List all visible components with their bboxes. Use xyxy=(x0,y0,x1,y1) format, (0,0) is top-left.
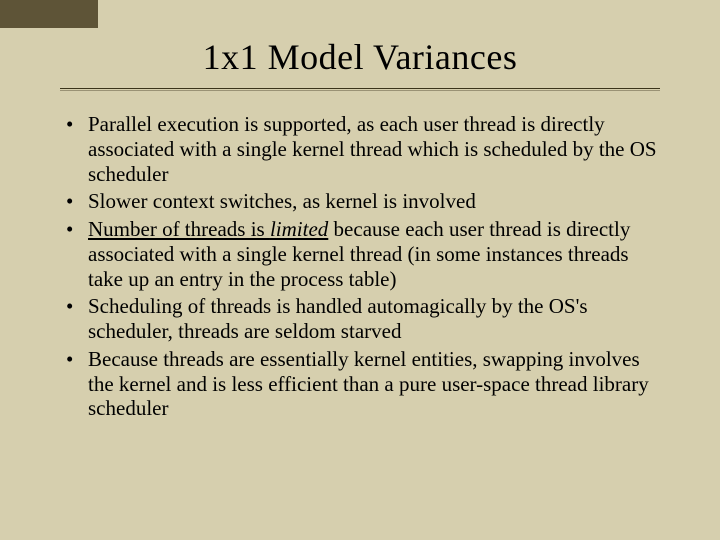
bullet-text: Because threads are essentially kernel e… xyxy=(88,347,649,421)
bullet-text: Slower context switches, as kernel is in… xyxy=(88,189,476,213)
list-item: Because threads are essentially kernel e… xyxy=(60,347,660,421)
divider-shadow xyxy=(60,90,660,91)
bullet-text: Scheduling of threads is handled automag… xyxy=(88,294,588,343)
bullet-text-pre: Number of threads is xyxy=(88,217,270,241)
bullet-text: Parallel execution is supported, as each… xyxy=(88,112,657,186)
divider-line xyxy=(60,88,660,89)
bullet-list: Parallel execution is supported, as each… xyxy=(60,112,660,421)
list-item: Scheduling of threads is handled automag… xyxy=(60,294,660,344)
list-item: Number of threads is limited because eac… xyxy=(60,217,660,291)
slide-title: 1x1 Model Variances xyxy=(60,36,660,78)
list-item: Slower context switches, as kernel is in… xyxy=(60,189,660,214)
bullet-text-em: limited xyxy=(270,217,328,241)
divider xyxy=(60,88,660,98)
corner-accent xyxy=(0,0,98,28)
list-item: Parallel execution is supported, as each… xyxy=(60,112,660,186)
slide: 1x1 Model Variances Parallel execution i… xyxy=(0,0,720,540)
